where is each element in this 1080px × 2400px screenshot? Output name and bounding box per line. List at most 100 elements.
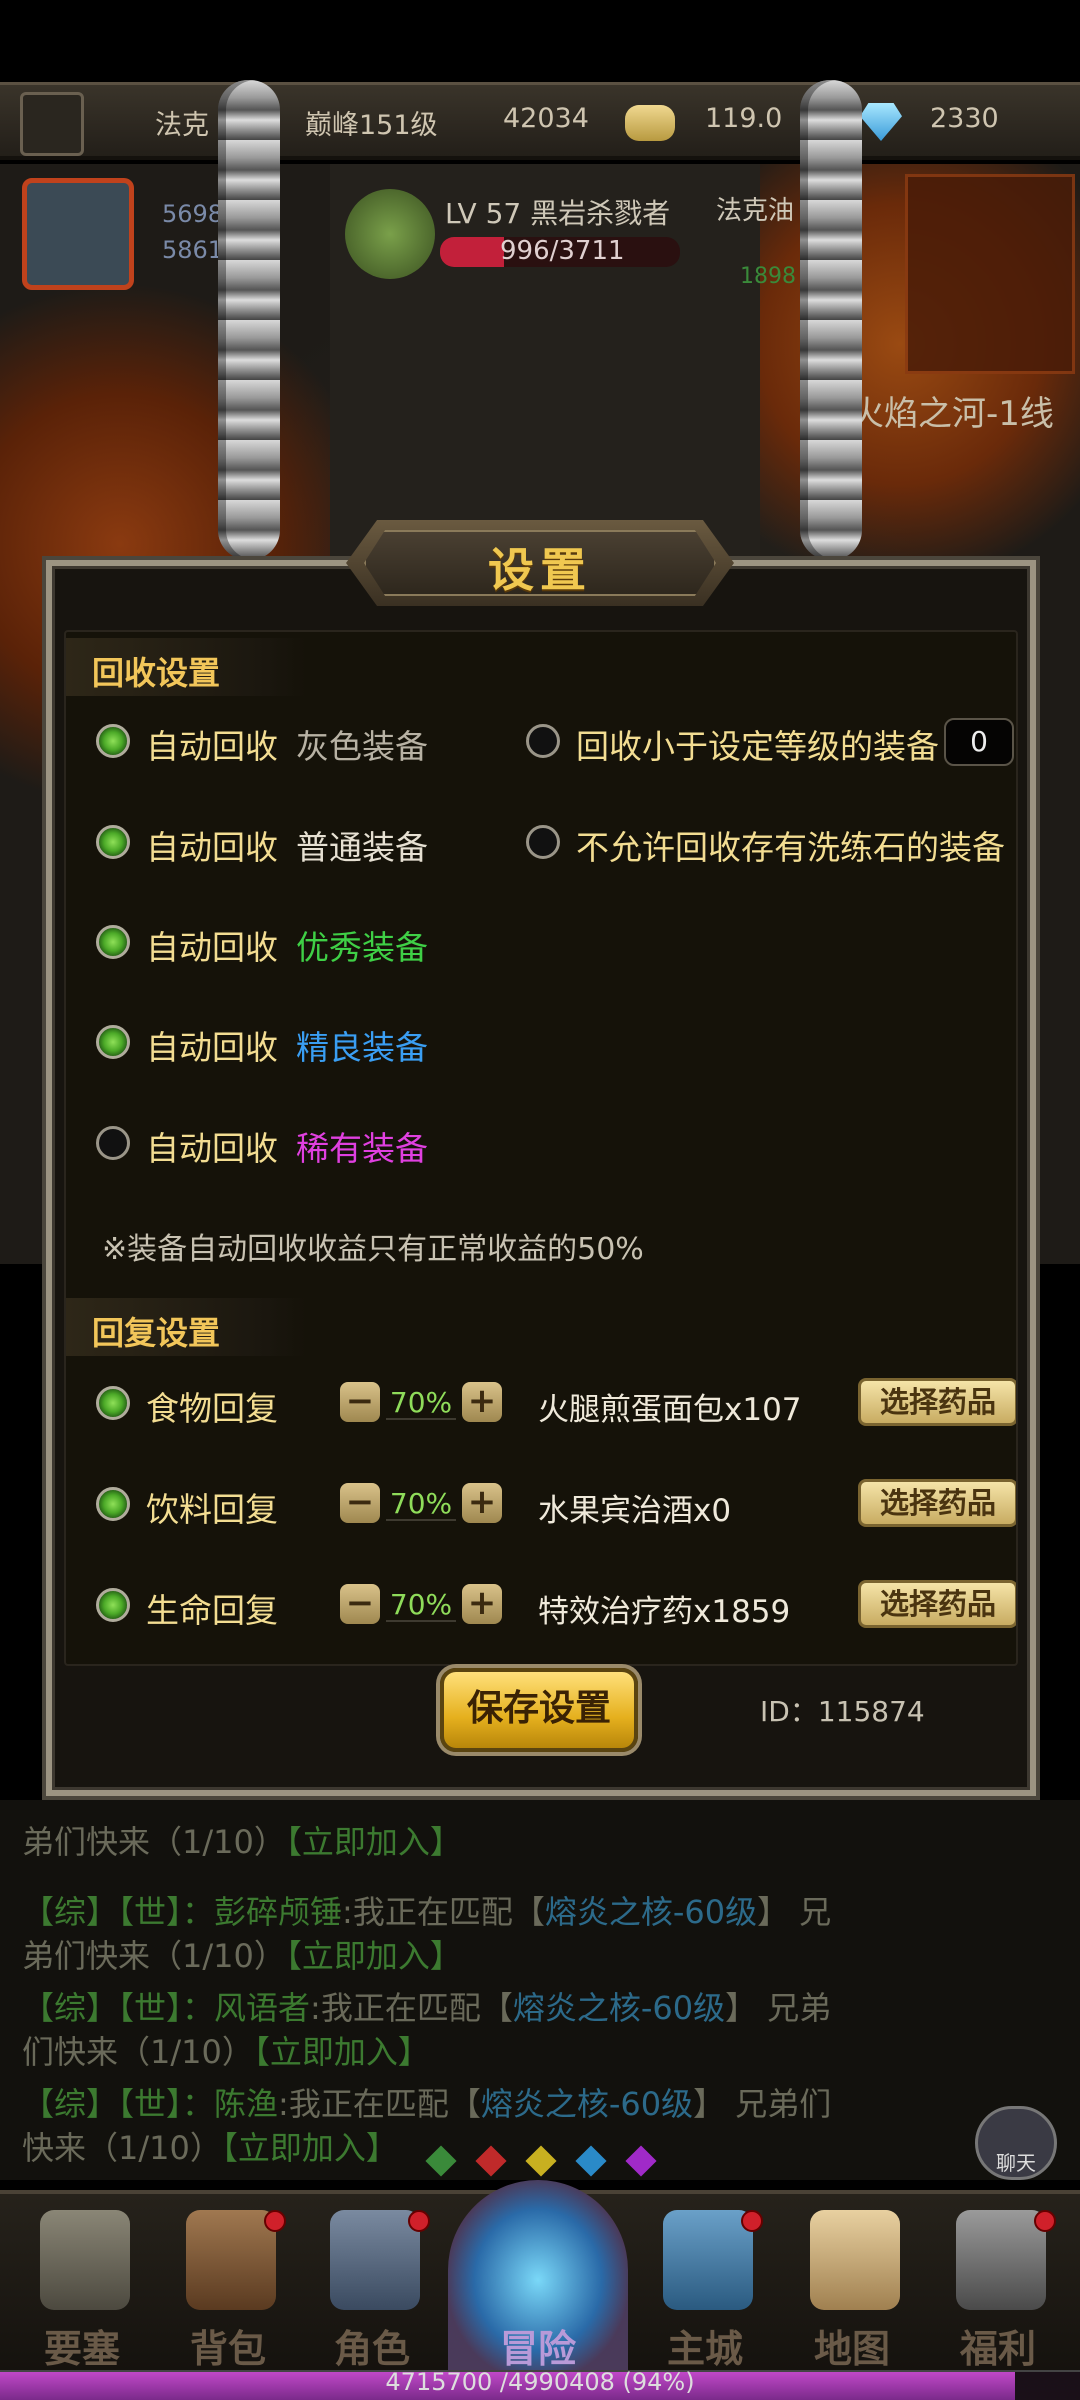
recycle-value-rare: 稀有装备 (296, 1129, 428, 1168)
player-name: 法克 (155, 110, 209, 141)
hero-stat-1: 5698 (162, 200, 224, 228)
restore-percent: 70% (386, 1487, 456, 1521)
no-wash-stone-row[interactable]: 不允许回收存有洗练石的装备 (526, 815, 1016, 871)
recycle-row-excellent[interactable]: 自动回收 优秀装备 (96, 915, 526, 971)
radio-button[interactable] (96, 1025, 130, 1059)
notification-dot (408, 2210, 430, 2232)
potion-name: 水果宾治酒x0 (538, 1493, 732, 1529)
minus-button[interactable]: − (340, 1382, 380, 1422)
recycle-row-gray[interactable]: 自动回收 灰色装备 (96, 714, 526, 770)
dungeon-link[interactable]: 熔炎之核-60级 (513, 1989, 725, 2027)
target-hp-fill (440, 237, 505, 267)
notification-dot (741, 2210, 763, 2232)
chat-message: 【综】【世】：彭碎颅锤:我正在匹配【熔炎之核-60级】 兄弟们快来（1/10）【… (22, 1890, 982, 1978)
energy-icon (625, 105, 675, 141)
dungeon-link[interactable]: 熔炎之核-60级 (481, 2085, 693, 2123)
radio-button[interactable] (96, 925, 130, 959)
chat-message: 【综】【世】：风语者:我正在匹配【熔炎之核-60级】 兄弟 们快来（1/10）【立… (22, 1986, 982, 2074)
restore-percent: 70% (386, 1386, 456, 1420)
nav-label: 要塞 (43, 2327, 120, 2371)
radio-button[interactable] (96, 1487, 130, 1521)
plus-button[interactable]: + (462, 1382, 502, 1422)
dungeon-link[interactable]: 熔炎之核-60级 (545, 1893, 757, 1931)
minus-button[interactable]: − (340, 1584, 380, 1624)
nav-fortress[interactable]: 要塞 (22, 2210, 142, 2371)
radio-button[interactable] (96, 1588, 130, 1622)
settings-scroll-area[interactable]: 回收设置 自动回收 灰色装备 自动回收 普通装备 自动回收 优秀装备 自动回收 … (64, 630, 1018, 1666)
nav-map[interactable]: 地图 (792, 2210, 912, 2371)
chat-panel[interactable]: 弟们快来（1/10）【立即加入】 【综】【世】：彭碎颅锤:我正在匹配【熔炎之核-… (0, 1800, 1080, 2180)
select-potion-button[interactable]: 选择药品 (858, 1378, 1016, 1426)
chat-text: 快来（1/10） (22, 2129, 222, 2167)
radio-button[interactable] (96, 1126, 130, 1160)
dialog-title: 设置 (488, 543, 592, 597)
plus-button[interactable]: + (462, 1584, 502, 1624)
nav-character[interactable]: 角色 (312, 2210, 432, 2371)
chain-left (218, 80, 280, 560)
angel-icon[interactable] (20, 92, 84, 156)
notification-dot (1034, 2210, 1056, 2232)
recycle-label: 自动回收 (146, 1129, 278, 1168)
restore-row-life[interactable]: 生命回复 − 70% + 特效治疗药x1859 选择药品 (96, 1578, 1016, 1634)
nav-adventure[interactable]: 冒险 (478, 2210, 598, 2371)
chain-right (800, 80, 862, 560)
no-wash-stone-label: 不允许回收存有洗练石的装备 (576, 828, 1005, 867)
fortress-icon (40, 2210, 130, 2310)
experience-text: 4715700 /4990408 (94%) (385, 2368, 695, 2396)
select-potion-button[interactable]: 选择药品 (858, 1580, 1016, 1628)
hero-avatar[interactable] (22, 178, 134, 290)
join-link[interactable]: 【立即加入】 (286, 1937, 462, 1975)
chat-text: 弟们快来（1/10） (22, 1823, 286, 1861)
join-link[interactable]: 【立即加入】 (286, 1823, 462, 1861)
restore-settings-title: 回复设置 (92, 1314, 221, 1352)
recycle-note: ※装备自动回收收益只有正常收益的50% (102, 1232, 644, 1267)
settings-dialog: 回收设置 自动回收 灰色装备 自动回收 普通装备 自动回收 优秀装备 自动回收 … (46, 560, 1036, 1796)
chat-text: :我正在匹配【 (278, 2085, 481, 2123)
nav-backpack[interactable]: 背包 (168, 2210, 288, 2371)
chat-button[interactable]: 聊天 (975, 2106, 1057, 2180)
restore-row-drink[interactable]: 饮料回复 − 70% + 水果宾治酒x0 选择药品 (96, 1477, 1016, 1533)
recycle-row-rare[interactable]: 自动回收 稀有装备 (96, 1116, 526, 1172)
minus-button[interactable]: − (340, 1483, 380, 1523)
map-icon (810, 2210, 900, 2310)
radio-button[interactable] (96, 1386, 130, 1420)
recycle-value-excellent: 优秀装备 (296, 928, 428, 967)
chat-text: 们快来（1/10） (22, 2033, 254, 2071)
chat-sender[interactable]: 彭碎颅锤 (214, 1893, 342, 1931)
radio-button[interactable] (526, 825, 560, 859)
chat-text: 】 兄弟们 (693, 2085, 832, 2123)
nav-welfare[interactable]: 福利 (938, 2210, 1058, 2371)
restore-label: 食物回复 (146, 1389, 278, 1428)
chat-sender[interactable]: 风语者 (214, 1989, 310, 2027)
notification-dot (264, 2210, 286, 2232)
restore-label: 饮料回复 (146, 1490, 278, 1529)
nav-label: 福利 (959, 2327, 1036, 2371)
recycle-label: 自动回收 (146, 1028, 278, 1067)
welfare-icon (956, 2210, 1046, 2310)
chat-text: 弟们快来（1/10） (22, 1937, 286, 1975)
save-settings-button[interactable]: 保存设置 (440, 1668, 638, 1752)
select-potion-button[interactable]: 选择药品 (858, 1479, 1016, 1527)
radio-button[interactable] (526, 724, 560, 758)
restore-row-food[interactable]: 食物回复 − 70% + 火腿煎蛋面包x107 选择药品 (96, 1376, 1016, 1432)
join-link[interactable]: 【立即加入】 (254, 2033, 430, 2071)
radio-button[interactable] (96, 724, 130, 758)
recycle-row-normal[interactable]: 自动回收 普通装备 (96, 815, 526, 871)
level-input[interactable]: 0 (944, 718, 1014, 766)
minimap[interactable] (905, 174, 1075, 374)
nav-label: 地图 (813, 2327, 890, 2371)
character-icon (330, 2210, 420, 2310)
recycle-below-level-row[interactable]: 回收小于设定等级的装备 0 (526, 714, 1016, 770)
nav-main-city[interactable]: 主城 (645, 2210, 765, 2371)
chat-sender[interactable]: 陈渔 (214, 2085, 278, 2123)
plus-button[interactable]: + (462, 1483, 502, 1523)
recycle-row-fine[interactable]: 自动回收 精良装备 (96, 1015, 526, 1071)
chat-message: 弟们快来（1/10）【立即加入】 (22, 1820, 982, 1864)
potion-name: 火腿煎蛋面包x107 (538, 1392, 802, 1428)
recycle-value-normal: 普通装备 (296, 828, 428, 867)
join-link[interactable]: 【立即加入】 (222, 2129, 398, 2167)
backpack-icon (186, 2210, 276, 2310)
radio-button[interactable] (96, 825, 130, 859)
target-avatar[interactable] (345, 189, 435, 279)
gold-amount: 42034 (503, 103, 589, 134)
